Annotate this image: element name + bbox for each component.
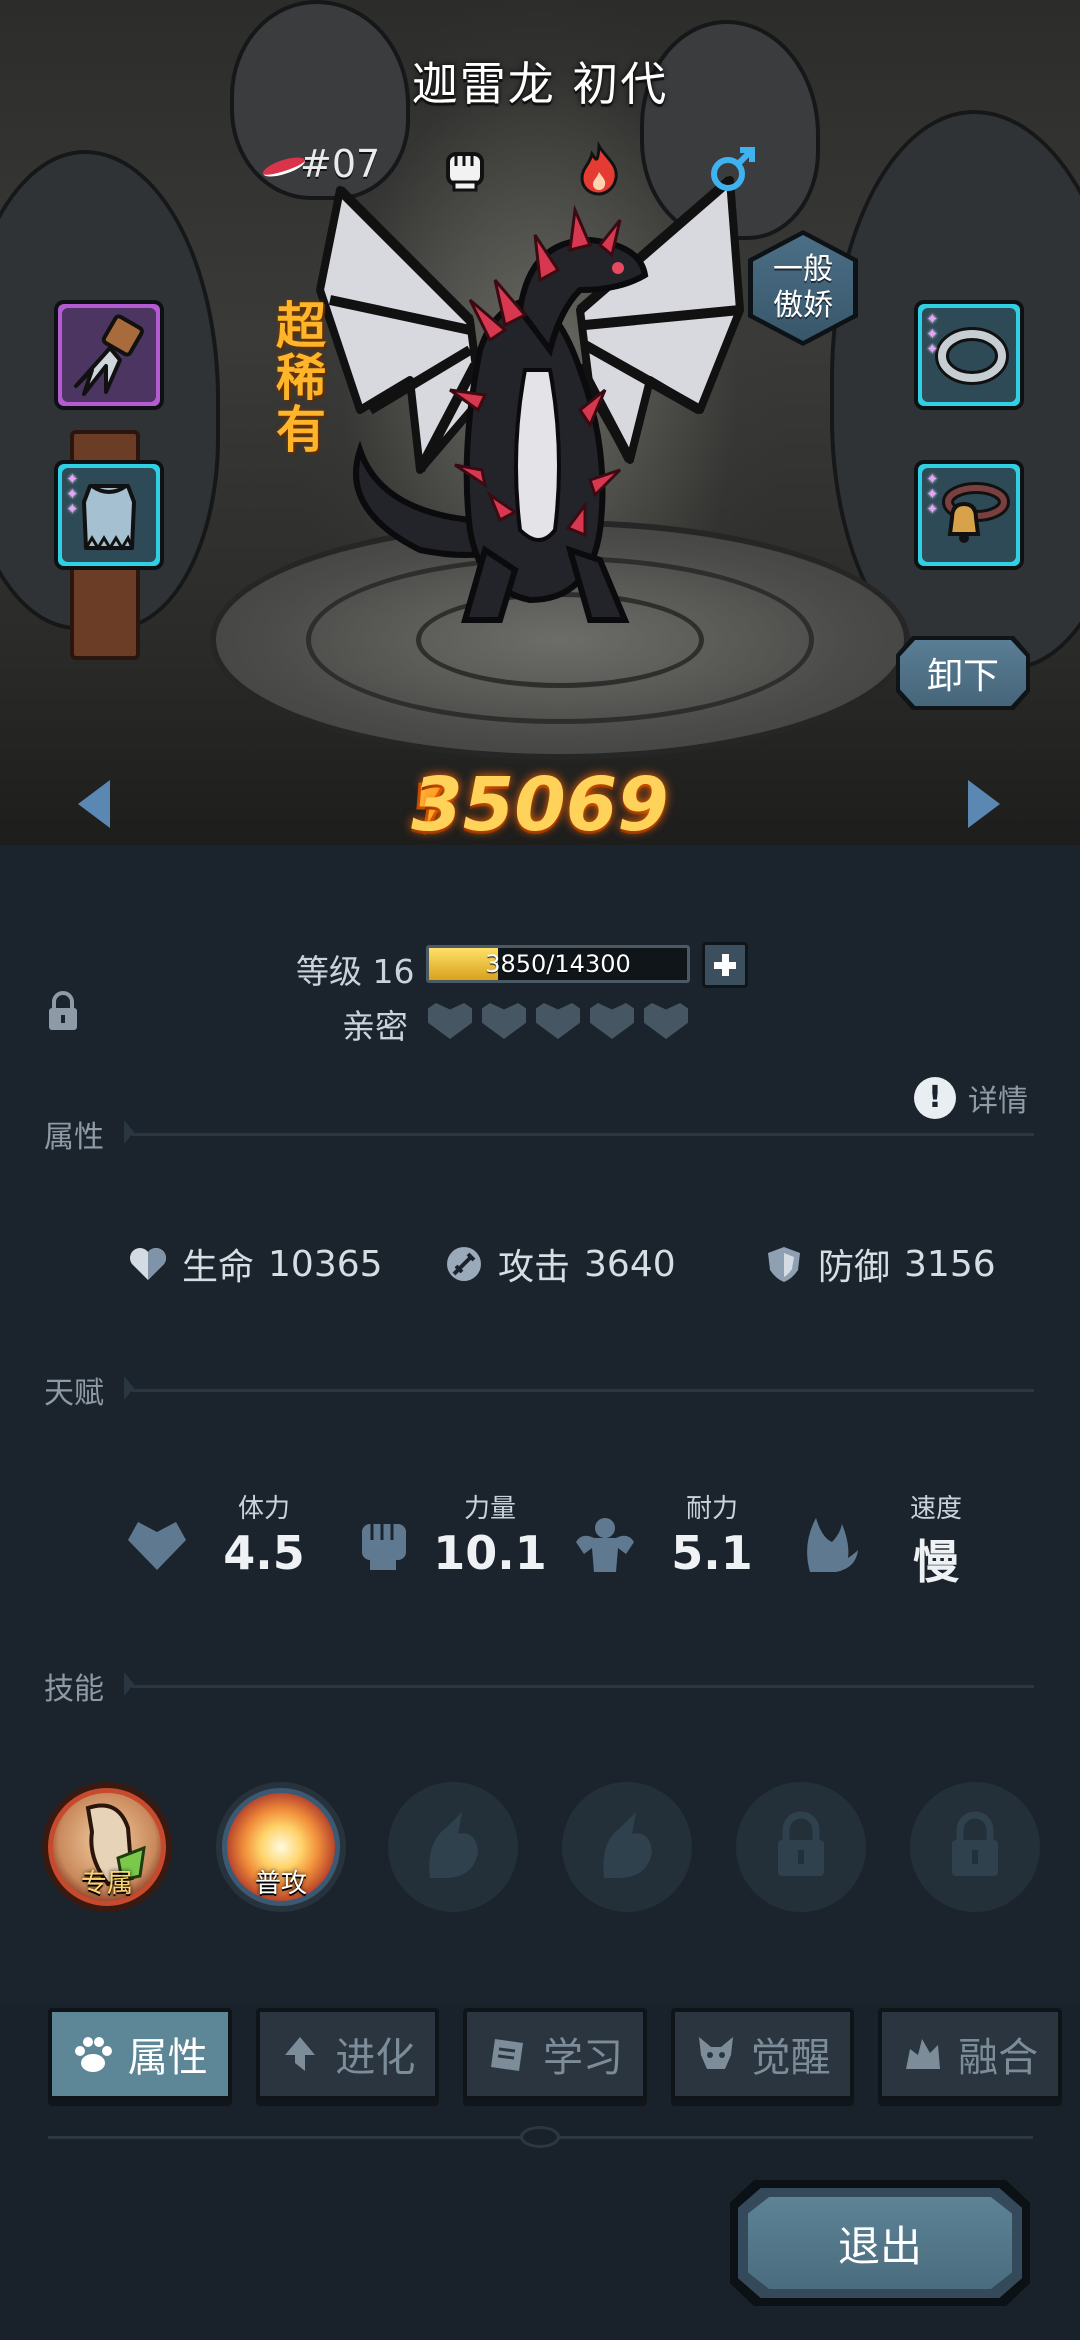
- section-skills: 技能: [44, 1664, 1034, 1707]
- intimacy-heart-icon: [482, 1003, 526, 1039]
- talent-endurance-value: 5.1: [671, 1526, 753, 1580]
- tab-evolve[interactable]: 进化: [255, 2008, 440, 2100]
- male-gender-icon: [711, 147, 755, 191]
- intimacy-heart-icon: [428, 1003, 472, 1039]
- stamina-heart-icon: [128, 1522, 186, 1570]
- equipment-stars: ✦ ✦ ✦: [926, 310, 939, 358]
- pet-showcase-scene: 迦雷龙 初代 #07 超稀有 一般 傲娇 ✦ ✦ ✦ ✦ ✦ ✦ ✦ ✦ ✦ 卸…: [0, 0, 1080, 845]
- xp-progress-bar: 3850/14300: [426, 945, 690, 983]
- empty-skill-slot-icon: [429, 1812, 478, 1878]
- equipment-slot-collar[interactable]: ✦ ✦ ✦: [914, 460, 1024, 570]
- talent-stamina-name: 体力: [237, 1494, 290, 1524]
- stat-defense-name: 防御: [818, 1247, 891, 1288]
- fist-element-icon[interactable]: [438, 142, 492, 196]
- tab-fusion-label: 融合: [958, 2035, 1039, 2081]
- intimacy-hearts: [428, 1003, 688, 1039]
- attack-sword-icon: [447, 1247, 481, 1281]
- talent-strength-value: 10.1: [433, 1526, 547, 1580]
- talent-strength-name: 力量: [463, 1494, 516, 1524]
- fire-element-icon[interactable]: [572, 142, 626, 196]
- paw-icon: [74, 2037, 112, 2072]
- lock-icon[interactable]: [46, 990, 80, 1034]
- personality-line-2: 傲娇: [773, 288, 833, 323]
- intimacy-heart-icon: [644, 1003, 688, 1039]
- skill-exclusive-label: 专属: [80, 1869, 133, 1899]
- skill-slot-locked[interactable]: [910, 1782, 1040, 1912]
- speed-wing-icon: [807, 1518, 858, 1572]
- skill-slot-empty[interactable]: [388, 1782, 518, 1912]
- evolve-arrow-icon: [285, 2037, 316, 2071]
- intimacy-heart-icon: [536, 1003, 580, 1039]
- equipment-slot-armor[interactable]: ✦ ✦ ✦: [54, 460, 164, 570]
- dragon-illustration[interactable]: [300, 150, 770, 670]
- unequip-button-label: 卸下: [900, 640, 1026, 706]
- unequip-button[interactable]: 卸下: [896, 636, 1030, 710]
- claw-gauntlet-icon: [74, 314, 144, 396]
- pet-name-title: 迦雷龙 初代: [411, 57, 669, 111]
- add-xp-button[interactable]: [702, 942, 748, 988]
- tab-fusion[interactable]: 融合: [878, 2008, 1062, 2100]
- combat-power-value: 35069: [411, 762, 669, 845]
- pet-number: #07: [300, 142, 381, 186]
- talent-speed: 速度 慢: [796, 1488, 996, 1598]
- tab-learn[interactable]: 学习: [463, 2008, 647, 2100]
- lock-icon: [778, 1811, 824, 1876]
- lock-icon: [952, 1811, 998, 1876]
- stat-attack: 攻击 3640: [444, 1238, 676, 1290]
- talent-speed-name: 速度: [909, 1494, 962, 1524]
- stat-attack-name: 攻击: [498, 1247, 571, 1288]
- exit-button-label: 退出: [748, 2197, 1012, 2289]
- divider-ornament: [520, 2126, 560, 2148]
- empty-skill-slot-icon: [603, 1812, 652, 1878]
- tab-attributes[interactable]: 属性: [48, 2008, 232, 2100]
- equipment-slot-weapon[interactable]: [54, 300, 164, 410]
- skill-slot-empty[interactable]: [562, 1782, 692, 1912]
- equipment-slot-bracelet[interactable]: ✦ ✦ ✦: [914, 300, 1024, 410]
- stat-hp-value: 10365: [268, 1243, 383, 1285]
- stat-attack-value: 3640: [584, 1243, 676, 1285]
- fusion-icon: [906, 2039, 941, 2069]
- section-talent: 天赋: [44, 1368, 1034, 1411]
- defense-shield-icon: [768, 1247, 800, 1282]
- intimacy-heart-icon: [590, 1003, 634, 1039]
- tab-learn-label: 学习: [542, 2035, 623, 2081]
- personality-line-1: 一般: [773, 252, 833, 287]
- equipment-stars: ✦ ✦ ✦: [66, 470, 79, 518]
- skill-slot-locked[interactable]: [736, 1782, 866, 1912]
- section-talent-label: 天赋: [44, 1376, 104, 1411]
- equipment-stars: ✦ ✦ ✦: [926, 470, 939, 518]
- book-icon: [490, 2039, 523, 2071]
- tab-evolve-label: 进化: [335, 2035, 416, 2081]
- talent-speed-value: 慢: [913, 1535, 959, 1589]
- skill-slot-normal-attack[interactable]: 普攻: [216, 1782, 346, 1912]
- section-attributes-label: 属性: [44, 1120, 104, 1155]
- stat-defense: 防御 3156: [764, 1238, 996, 1290]
- skill-slot-exclusive[interactable]: 专属: [42, 1782, 172, 1912]
- exit-button[interactable]: 退出: [730, 2180, 1030, 2306]
- talent-endurance: 耐力 5.1: [572, 1488, 772, 1598]
- tab-awaken-label: 觉醒: [750, 2035, 831, 2081]
- stat-hp: 生命 10365: [128, 1238, 383, 1290]
- strength-fist-icon: [362, 1524, 406, 1570]
- stat-hp-name: 生命: [182, 1247, 255, 1288]
- bottom-tab-bar: 属性 进化 学习 觉醒 融合: [48, 2008, 1062, 2100]
- hp-heart-icon: [130, 1248, 166, 1280]
- tab-awaken[interactable]: 觉醒: [670, 2008, 855, 2100]
- level-label: 等级 16: [296, 952, 415, 991]
- stat-defense-value: 3156: [904, 1243, 996, 1285]
- talent-strength: 力量 10.1: [350, 1488, 550, 1598]
- intimacy-label: 亲密: [342, 1007, 408, 1046]
- talent-stamina: 体力 4.5: [124, 1488, 324, 1598]
- section-skills-label: 技能: [44, 1672, 104, 1707]
- rarity-label: 超稀有: [276, 297, 326, 459]
- section-attributes: 属性: [44, 1112, 1034, 1155]
- beast-head-icon: [698, 2037, 733, 2069]
- tab-attributes-label: 属性: [127, 2035, 208, 2081]
- talent-stamina-value: 4.5: [223, 1526, 305, 1580]
- xp-progress-text: 3850/14300: [485, 950, 631, 978]
- talent-endurance-name: 耐力: [685, 1494, 738, 1524]
- skill-normal-attack-label: 普攻: [254, 1869, 307, 1899]
- endurance-muscle-icon: [576, 1518, 634, 1572]
